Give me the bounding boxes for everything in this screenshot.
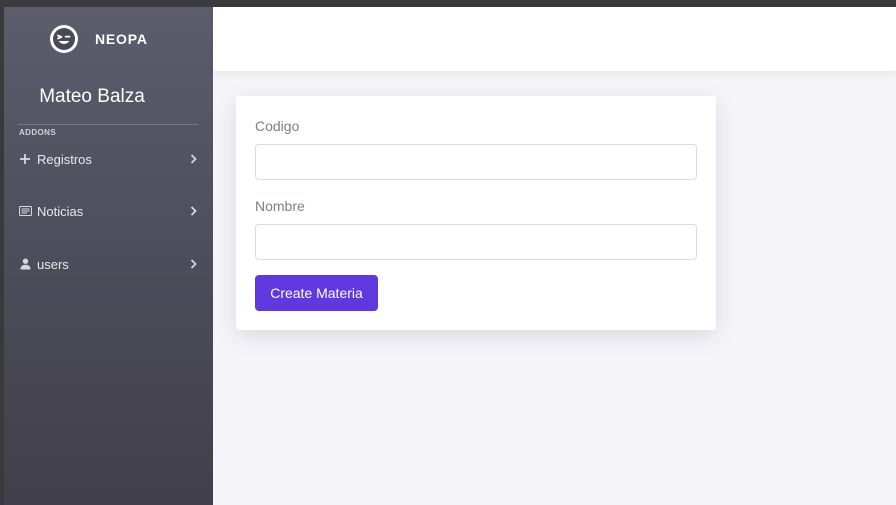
- winking-face-icon: [50, 25, 78, 53]
- brand-name: NEOPA: [95, 31, 148, 47]
- chevron-right-icon: [188, 206, 198, 216]
- sidebar-item-noticias[interactable]: Noticias: [18, 199, 198, 223]
- sidebar-item-label: users: [37, 256, 69, 272]
- create-materia-button[interactable]: Create Materia: [255, 275, 378, 311]
- newspaper-icon: [18, 204, 32, 218]
- main-content: Codigo Nombre Create Materia: [213, 7, 896, 505]
- brand[interactable]: NEOPA: [50, 24, 148, 54]
- nombre-label: Nombre: [255, 198, 305, 214]
- user-icon: [18, 257, 32, 271]
- codigo-label: Codigo: [255, 118, 300, 134]
- sidebar-item-label: Registros: [37, 151, 92, 167]
- sidebar-section-label: ADDONS: [19, 128, 57, 137]
- sidebar-item-label: Noticias: [37, 203, 84, 219]
- window-top-strip: [0, 0, 896, 7]
- top-navbar: [213, 7, 896, 71]
- codigo-input[interactable]: [255, 144, 697, 180]
- chevron-right-icon: [188, 259, 198, 269]
- user-name: Mateo Balza: [39, 86, 145, 107]
- materia-form-card: Codigo Nombre Create Materia: [236, 96, 716, 330]
- sidebar-divider: [18, 124, 198, 125]
- chevron-right-icon: [188, 154, 198, 164]
- sidebar-item-registros[interactable]: Registros: [18, 147, 198, 171]
- sidebar-item-users[interactable]: users: [18, 252, 198, 276]
- plus-icon: [18, 152, 32, 166]
- sidebar: NEOPA Mateo Balza ADDONS Registros Notic…: [4, 7, 213, 505]
- nombre-input[interactable]: [255, 224, 697, 260]
